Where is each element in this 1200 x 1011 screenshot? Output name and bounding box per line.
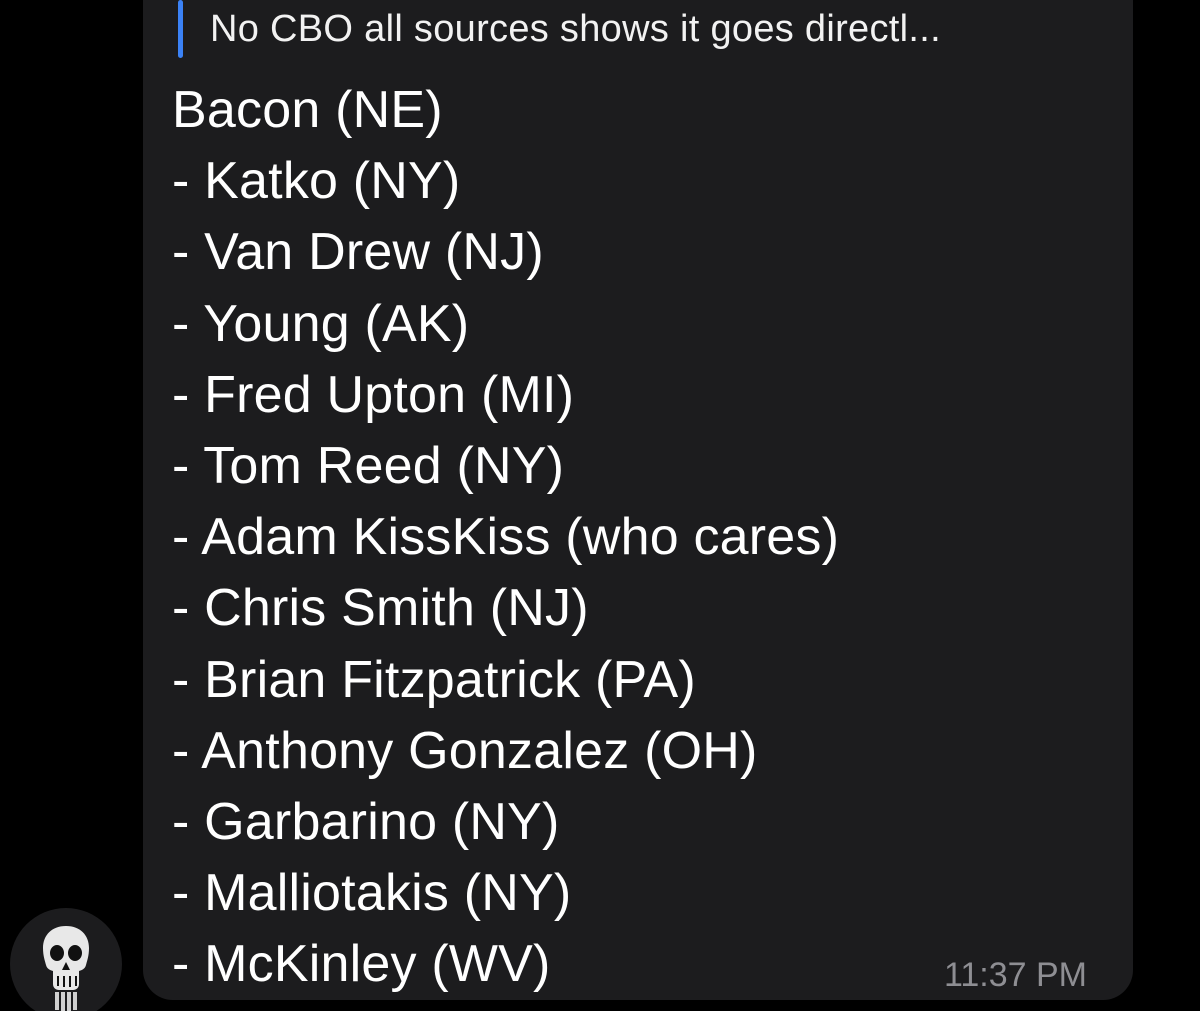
message-line: - Brian Fitzpatrick (PA) bbox=[172, 650, 696, 709]
chat-screen: No CBO all sources shows it goes directl… bbox=[0, 0, 1200, 1011]
message-line: - Chris Smith (NJ) bbox=[172, 579, 589, 638]
message-line: - Van Drew (NJ) bbox=[172, 223, 544, 282]
message-line: - McKinley (WV) bbox=[172, 935, 551, 994]
message-line: Bacon (NE) bbox=[172, 81, 443, 139]
message-line: - Garbarino (NY) bbox=[172, 793, 560, 852]
message-timestamp: 11:37 PM bbox=[944, 956, 1088, 994]
message-line: - Adam KissKiss (who cares) bbox=[172, 508, 840, 567]
message-line: - Young (AK) bbox=[172, 294, 470, 353]
reply-accent-bar bbox=[178, 0, 183, 58]
message-line: - Tom Reed (NY) bbox=[172, 437, 565, 496]
message-line: - Fred Upton (MI) bbox=[172, 365, 575, 424]
message-line: - Katko (NY) bbox=[172, 152, 461, 211]
reply-quote[interactable]: No CBO all sources shows it goes directl… bbox=[178, 0, 1118, 58]
reply-quoted-text: No CBO all sources shows it goes directl… bbox=[210, 8, 941, 50]
message-line: - Malliotakis (NY) bbox=[172, 864, 572, 923]
message-body: Bacon (NE) - Katko (NY) - Van Drew (NJ) … bbox=[172, 75, 1072, 1001]
sender-avatar[interactable] bbox=[10, 908, 122, 1011]
message-line: - Anthony Gonzalez (OH) bbox=[172, 721, 758, 780]
skull-icon bbox=[43, 926, 89, 1011]
